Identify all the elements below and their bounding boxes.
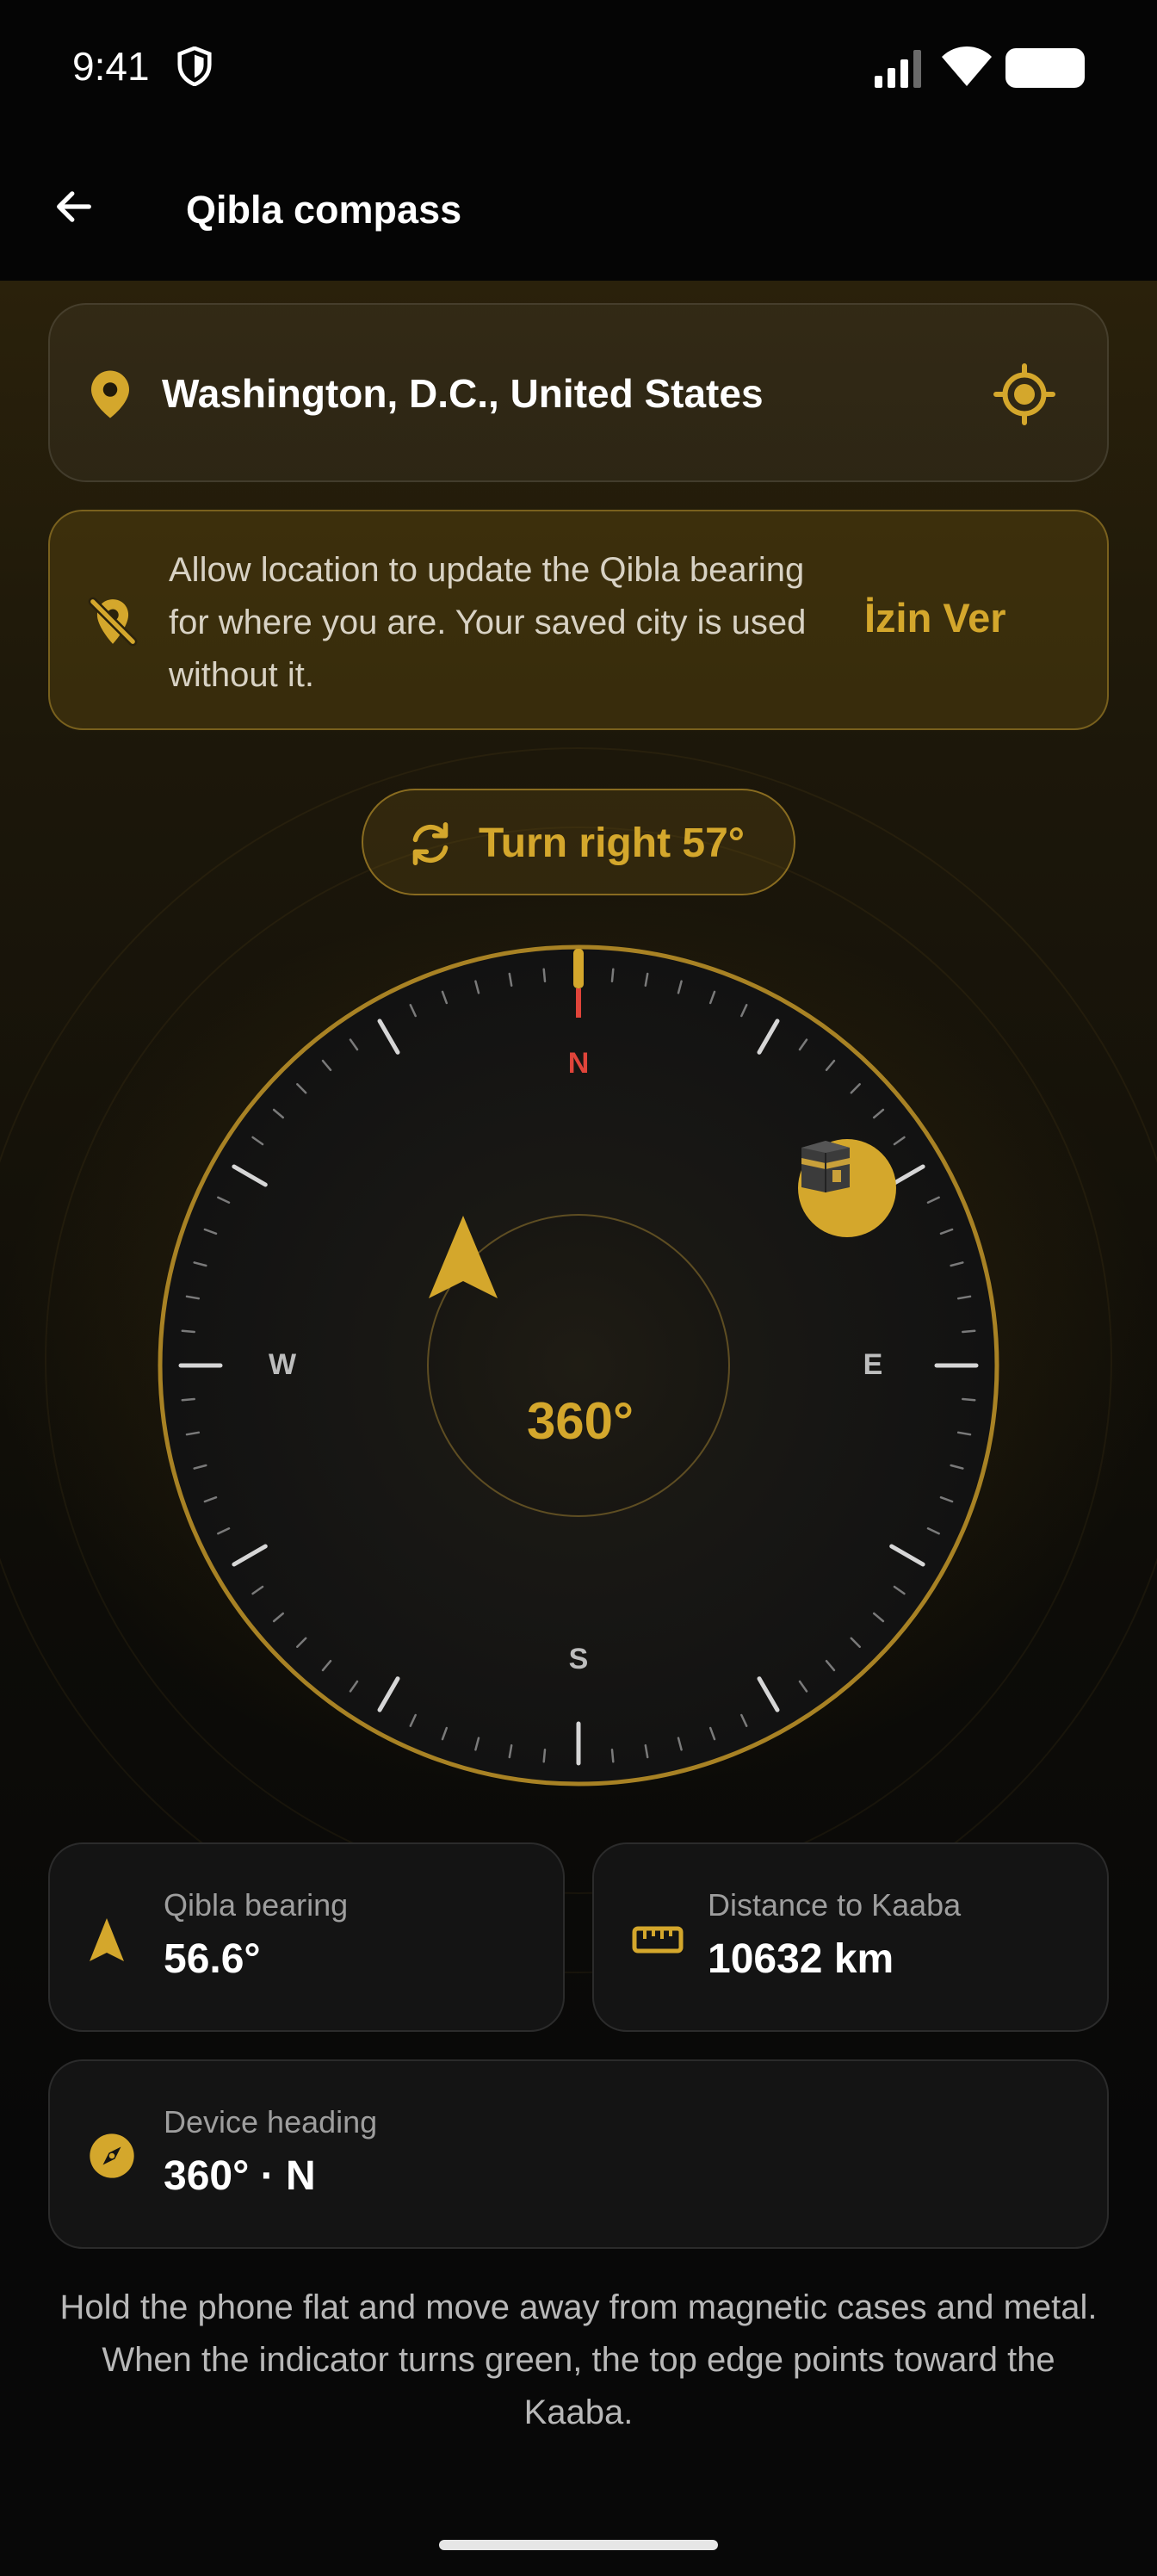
kaaba-icon — [801, 1141, 850, 1192]
compass-icon — [90, 2133, 134, 2178]
cardinal-north: N — [567, 1047, 590, 1080]
arrow-back-icon — [57, 191, 91, 222]
minor-tick — [542, 968, 547, 982]
locate-me-button[interactable] — [992, 362, 1057, 427]
cardinal-south: S — [568, 1643, 589, 1675]
location-card[interactable]: Washington, D.C., United States — [48, 303, 1109, 482]
cardinal-west: W — [268, 1348, 297, 1381]
minor-tick — [610, 1749, 615, 1763]
allow-location-button[interactable]: İzin Ver — [864, 594, 1006, 641]
page-title: Qibla compass — [186, 188, 462, 232]
shield-icon — [177, 46, 212, 86]
heading-indicator: 360° — [427, 1214, 730, 1517]
navigation-icon — [90, 1918, 124, 1961]
navigation-arrow-icon — [429, 1216, 498, 1298]
card-label: Qibla bearing — [164, 1887, 349, 1923]
location-pin-icon — [91, 370, 129, 418]
card-value: 10632 km — [708, 1936, 894, 1982]
calibration-hint: Hold the phone flat and move away from m… — [59, 2288, 1098, 2431]
app-bar: Qibla compass — [0, 138, 1157, 281]
sync-icon — [412, 822, 449, 865]
my-location-icon — [993, 363, 1055, 425]
turn-direction-pill: Turn right 57° — [362, 789, 795, 895]
status-bar: 9:41 — [0, 0, 1157, 138]
card-value: 360° · N — [164, 2153, 316, 2199]
device-heading-card: Device heading 360° · N — [48, 2059, 1109, 2249]
minor-tick — [962, 1329, 976, 1334]
compass-dial: N E S W 360° — [155, 942, 1002, 1789]
minor-tick — [181, 1329, 195, 1334]
minor-tick — [610, 968, 615, 982]
permission-message: Allow location to update the Qibla beari… — [169, 551, 807, 694]
card-label: Distance to Kaaba — [708, 1887, 962, 1923]
location-permission-banner: Allow location to update the Qibla beari… — [48, 510, 1109, 730]
wifi-icon — [942, 46, 992, 86]
ruler-icon — [632, 1926, 684, 1954]
card-value: 56.6° — [164, 1936, 261, 1982]
heading-degrees: 360° — [526, 1392, 634, 1450]
home-indicator[interactable] — [439, 2540, 718, 2550]
kaaba-marker — [798, 1139, 896, 1237]
status-time: 9:41 — [72, 44, 150, 89]
minor-tick — [542, 1749, 547, 1763]
card-label: Device heading — [164, 2104, 378, 2139]
distance-card: Distance to Kaaba 10632 km — [592, 1842, 1109, 2032]
minor-tick — [962, 1397, 976, 1402]
qibla-bearing-card: Qibla bearing 56.6° — [48, 1842, 565, 2032]
cardinal-east: E — [863, 1348, 883, 1381]
signal-icon — [875, 50, 921, 88]
back-button[interactable] — [40, 172, 108, 241]
location-name: Washington, D.C., United States — [162, 371, 764, 416]
battery-icon — [1005, 48, 1085, 88]
location-off-icon — [88, 597, 138, 647]
turn-instruction: Turn right 57° — [479, 820, 745, 866]
minor-tick — [181, 1397, 195, 1402]
